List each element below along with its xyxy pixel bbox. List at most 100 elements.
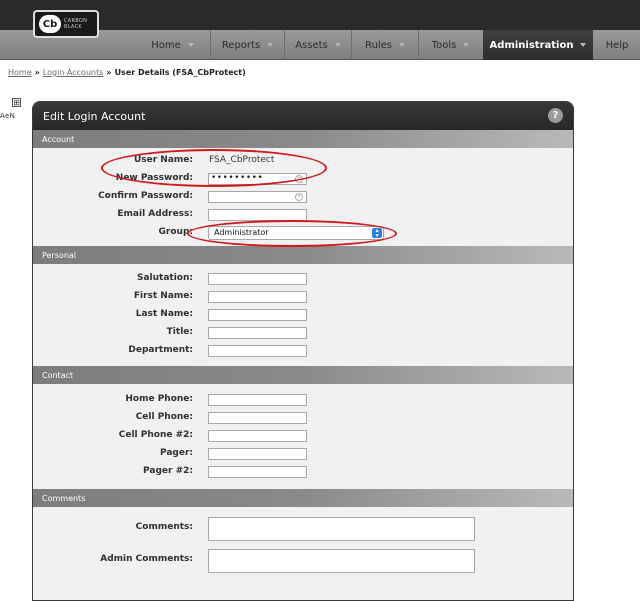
nav-reports[interactable]: Reports (211, 30, 284, 60)
department-field[interactable] (208, 345, 307, 357)
pager-field[interactable] (208, 448, 307, 460)
nav-administration-label: Administration (489, 39, 574, 51)
home-phone-row: Home Phone: (33, 391, 573, 409)
pager-label: Pager: (159, 448, 193, 458)
salutation-row: Salutation: (33, 270, 573, 288)
breadcrumb-home-link[interactable]: Home (8, 68, 32, 77)
home-phone-field[interactable] (208, 394, 307, 406)
section-comments-header: Comments (33, 489, 573, 507)
confirm-password-field[interactable]: + (208, 191, 307, 203)
first-name-row: First Name: (33, 288, 573, 306)
breadcrumb: Home» Login Accounts» User Details (FSA_Cb… (8, 68, 246, 77)
new-password-row: New Password: ••••••••• + (33, 170, 573, 188)
select-arrows-icon: ▴ ▾ (372, 228, 382, 239)
section-personal-header: Personal (33, 246, 573, 264)
email-field[interactable] (208, 209, 307, 221)
help-icon[interactable]: ? (548, 108, 563, 123)
pager-2-field[interactable] (208, 466, 307, 478)
first-name-label: First Name: (133, 291, 193, 301)
carbon-black-logo[interactable]: Cb CARBON BLACK (33, 10, 99, 38)
nav-rules-label: Rules (365, 39, 392, 51)
cell-phone-2-row: Cell Phone #2: (33, 427, 573, 445)
chevron-down-icon (580, 43, 587, 47)
nav-assets-label: Assets (295, 39, 328, 51)
group-label: Group: (158, 227, 193, 237)
group-select-value: Administrator (214, 228, 269, 237)
nav-rules[interactable]: Rules (352, 30, 418, 60)
group-select[interactable]: Administrator ▴ ▾ (208, 226, 384, 240)
breadcrumb-separator: » (106, 68, 112, 77)
section-account-body: User Name: FSA_CbProtect New Password: •… (33, 148, 573, 246)
department-row: Department: (33, 342, 573, 360)
chevron-down-icon (267, 43, 274, 47)
cell-phone-field[interactable] (208, 412, 307, 424)
pager-2-label: Pager #2: (143, 466, 193, 476)
email-label: Email Address: (117, 209, 193, 219)
section-account-title: Account (42, 134, 75, 144)
section-personal-body: Salutation: First Name: Last Name: Title… (33, 264, 573, 366)
section-contact-header: Contact (33, 366, 573, 384)
group-row: Group: Administrator ▴ ▾ (33, 224, 573, 242)
panel-title: Edit Login Account (43, 109, 146, 123)
cell-phone-row: Cell Phone: (33, 409, 573, 427)
comments-textarea[interactable] (208, 517, 475, 541)
first-name-field[interactable] (208, 291, 307, 303)
logo-wordmark: CARBON BLACK (64, 18, 87, 30)
salutation-field[interactable] (208, 273, 307, 285)
nav-help-label: Help (605, 39, 629, 51)
password-reveal-icon[interactable]: + (295, 175, 303, 183)
chevron-down-icon (187, 43, 194, 47)
logo-line-2: BLACK (64, 24, 82, 30)
cell-phone-label: Cell Phone: (135, 412, 193, 422)
home-phone-label: Home Phone: (125, 394, 193, 404)
nav-help[interactable]: Help (594, 30, 640, 60)
section-contact-body: Home Phone: Cell Phone: Cell Phone #2: P… (33, 384, 573, 489)
cell-phone-2-label: Cell Phone #2: (118, 430, 193, 440)
title-field[interactable] (208, 327, 307, 339)
password-reveal-icon[interactable]: + (295, 193, 303, 201)
nav-administration[interactable]: Administration (483, 30, 593, 60)
edit-login-account-panel: Edit Login Account ? Account User Name: … (32, 101, 574, 601)
breadcrumb-current: User Details (FSA_CbProtect) (114, 68, 246, 77)
department-label: Department: (128, 345, 193, 355)
nav-tools-label: Tools (431, 39, 457, 51)
pager-row: Pager: (33, 445, 573, 463)
expand-toggle-icon[interactable]: ⊞ (12, 98, 21, 107)
logo-mark: Cb (39, 15, 61, 33)
user-name-label: User Name: (133, 155, 193, 165)
pager-2-row: Pager #2: (33, 463, 573, 481)
title-label: Title: (166, 327, 193, 337)
section-comments-title: Comments (42, 493, 86, 503)
last-name-row: Last Name: (33, 306, 573, 324)
salutation-label: Salutation: (137, 273, 193, 283)
confirm-password-row: Confirm Password: + (33, 188, 573, 206)
admin-comments-label: Admin Comments: (100, 554, 193, 564)
section-account-header: Account (33, 130, 573, 148)
new-password-label: New Password: (115, 173, 193, 183)
breadcrumb-separator: » (34, 68, 40, 77)
breadcrumb-login-accounts-link[interactable]: Login Accounts (43, 68, 104, 77)
chevron-down-icon (463, 43, 470, 47)
nav-reports-label: Reports (221, 39, 261, 51)
section-personal-title: Personal (42, 250, 77, 260)
last-name-field[interactable] (208, 309, 307, 321)
user-name-row: User Name: FSA_CbProtect (33, 152, 573, 170)
nav-home-label: Home (151, 39, 181, 51)
user-name-value: FSA_CbProtect (209, 155, 275, 165)
nav-home[interactable]: Home (135, 30, 210, 60)
section-contact-title: Contact (42, 370, 74, 380)
email-row: Email Address: (33, 206, 573, 224)
nav-tools[interactable]: Tools (419, 30, 482, 60)
comments-label: Comments: (135, 522, 193, 532)
last-name-label: Last Name: (135, 309, 193, 319)
chevron-down-icon (334, 43, 341, 47)
chevron-down-icon (398, 43, 405, 47)
new-password-field[interactable]: ••••••••• + (208, 173, 307, 185)
new-password-value: ••••••••• (211, 173, 264, 183)
panel-header: Edit Login Account ? (33, 102, 573, 130)
confirm-password-label: Confirm Password: (98, 191, 193, 201)
title-row: Title: (33, 324, 573, 342)
admin-comments-textarea[interactable] (208, 549, 475, 573)
nav-assets[interactable]: Assets (285, 30, 351, 60)
cell-phone-2-field[interactable] (208, 430, 307, 442)
